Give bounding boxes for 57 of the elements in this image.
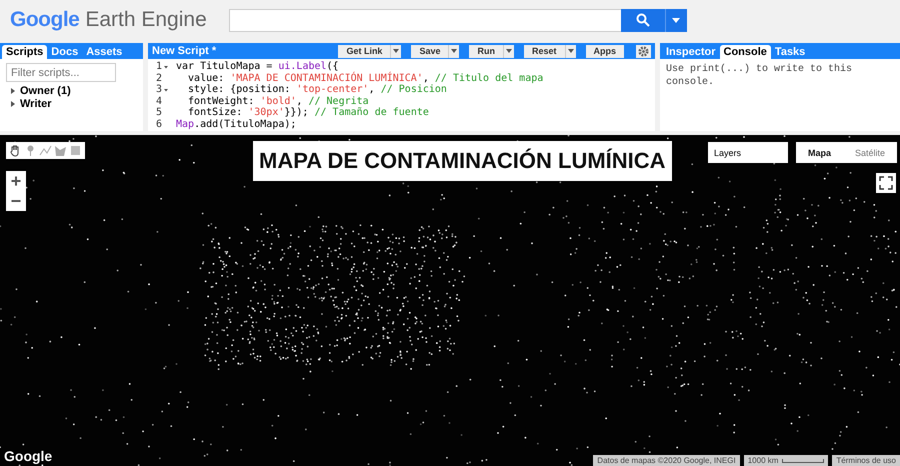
code-line: value: 'MAPA DE CONTAMINACIÓN LUMÍNICA', // Titulo del mapa (187, 72, 544, 84)
dropdown-button[interactable] (502, 44, 514, 58)
panel-tab[interactable]: Inspector (662, 45, 720, 59)
code-line: fontWeight: 'bold', // Negrita (187, 96, 369, 106)
toolbar-button[interactable]: Get Link (338, 44, 390, 58)
toolbar-button[interactable]: Reset (524, 44, 564, 58)
settings-button[interactable] (636, 44, 651, 58)
code-line: fontSize: '30px'}}); // Tamaño de fuente (187, 107, 429, 118)
line-number: 1 (156, 61, 162, 72)
night-map[interactable]: + − MAPA DE CONTAMINACIÓN LUMÍNICA Layers Mapa Satélite Google Datos de mapas ©2020 Google, INEGI 1000 km Términos de uso (0, 135, 900, 466)
search-icon (636, 13, 650, 27)
scale-bar: 1000 km (744, 455, 828, 466)
line-number: 5 (156, 107, 162, 118)
app-logo: Google Earth Engine (10, 8, 207, 32)
tree-item[interactable]: Writer (20, 98, 52, 110)
dropdown-button[interactable] (448, 44, 460, 58)
code-line: style: {position: 'top-center', // Posicion (187, 84, 447, 96)
line-number: 2 (156, 72, 162, 84)
caret-icon (672, 18, 680, 22)
dropdown-button[interactable] (664, 8, 687, 32)
map-logo: Google (4, 448, 52, 464)
search-field[interactable] (228, 8, 621, 32)
fold-caret-icon[interactable] (163, 86, 169, 93)
terms-link[interactable]: Términos de uso (832, 455, 900, 466)
console-message: Use print(...) to write to this console. (665, 62, 854, 90)
settings-icon (638, 46, 649, 56)
fullscreen-button[interactable] (876, 173, 896, 193)
caret-icon (451, 48, 458, 54)
filter-field[interactable]: Filter scripts... (6, 63, 116, 82)
code-line: Map.add(TituloMapa); (175, 118, 296, 130)
dropdown-button[interactable] (390, 44, 402, 58)
caret-icon (393, 48, 400, 54)
caret-icon (568, 48, 574, 54)
line-number: 6 (156, 118, 162, 130)
tree-item[interactable]: Owner (1) (20, 84, 71, 96)
dropdown-button[interactable] (564, 44, 576, 58)
fullscreen-icon (879, 176, 893, 190)
expand-caret-icon[interactable] (10, 88, 16, 94)
map-title: MAPA DE CONTAMINACIÓN LUMÍNICA (253, 141, 672, 181)
line-number: 4 (156, 96, 162, 107)
panel-tab[interactable]: Scripts (2, 45, 48, 59)
panel-tab[interactable]: Assets (82, 45, 126, 59)
code-line: var TituloMapa = ui.Label({ (175, 61, 339, 72)
expand-caret-icon[interactable] (10, 100, 16, 106)
script-title: New Script * (152, 45, 218, 57)
panel-tab[interactable]: Console (720, 45, 771, 59)
caret-icon (506, 48, 512, 54)
panel-tab[interactable]: Tasks (770, 45, 810, 59)
layers-button[interactable]: Layers (708, 142, 788, 163)
search-button[interactable] (620, 8, 665, 32)
fold-caret-icon[interactable] (163, 64, 169, 70)
toolbar-button[interactable]: Run (469, 44, 503, 58)
toolbar-button[interactable]: Save (411, 44, 448, 58)
toolbar-button[interactable]: Apps (586, 44, 624, 58)
line-number: 3 (156, 84, 162, 96)
map-attribution: Datos de mapas ©2020 Google, INEGI (593, 455, 740, 466)
panel-tab[interactable]: Docs (47, 45, 82, 59)
